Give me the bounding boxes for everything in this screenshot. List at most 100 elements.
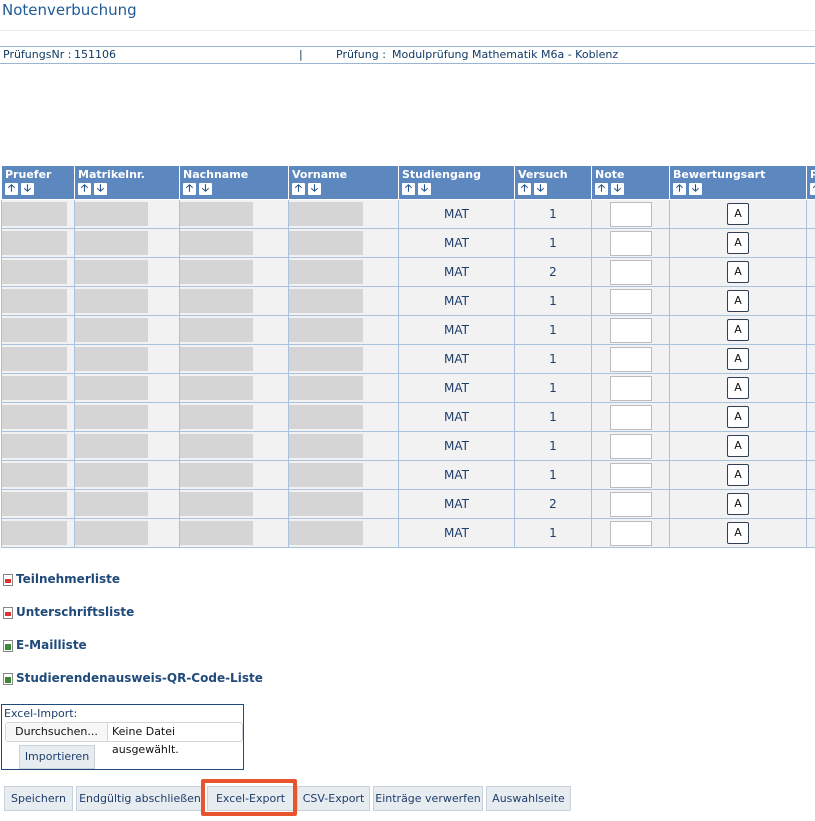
versuch-cell: 1 [514,518,592,548]
note-cell [591,373,670,403]
bewertungsart-button[interactable]: A [727,406,749,428]
nachname-cell [179,518,289,548]
table-row: MAT 1 A [1,228,815,258]
selection-page-button[interactable]: Auswahlseite [486,786,571,811]
bewertungsart-button[interactable]: A [727,290,749,312]
nachname-cell [179,460,289,490]
browse-button[interactable]: Durchsuchen... [6,723,108,741]
table-row: MAT 1 A [1,373,815,403]
column-header: Versuch 🡡 🡣 [514,165,592,200]
sort-descending-icon[interactable]: 🡣 [611,183,624,195]
excel-export-button[interactable]: Excel-Export [207,786,294,811]
exam-info-bar: PrüfungsNr : 151106 | Prüfung : Modulprü… [0,46,815,64]
nachname-cell [179,286,289,316]
note-input[interactable] [609,201,652,227]
sort-ascending-icon[interactable]: 🡡 [5,183,18,195]
note-input[interactable] [609,317,652,343]
bewertungsart-button[interactable]: A [727,319,749,341]
report-links: Teilnehmerliste Unterschriftsliste E-Mai… [3,572,263,704]
redacted-value [75,347,148,371]
csv-export-button[interactable]: CSV-Export [297,786,370,811]
bewertungsart-button[interactable]: A [727,464,749,486]
finalize-button[interactable]: Endgültig abschließen [76,786,204,811]
file-input[interactable]: Durchsuchen... Keine Datei ausgewählt. [5,722,243,756]
sort-controls: 🡡🡣 [5,183,72,195]
link-unterschriftsliste[interactable]: Unterschriftsliste [3,605,263,638]
sort-descending-icon[interactable]: 🡣 [94,183,107,195]
extra-cell [806,228,815,258]
link-e-mailliste[interactable]: E-Mailliste [3,638,263,671]
bewertungsart-button[interactable]: A [727,203,749,225]
column-header-label: Note [595,168,625,181]
redacted-value [289,318,363,342]
sort-descending-icon[interactable]: 🡣 [534,183,547,195]
note-input[interactable] [609,491,652,517]
sort-ascending-icon[interactable]: 🡡 [402,183,415,195]
redacted-value [180,347,253,371]
extra-cell [806,286,815,316]
matrikelnr-cell [74,286,180,316]
note-input[interactable] [609,288,652,314]
versuch-cell: 1 [514,228,592,258]
note-cell [591,257,670,287]
note-input[interactable] [609,346,652,372]
bewertungsart-button[interactable]: A [727,493,749,515]
sort-descending-icon[interactable]: 🡣 [199,183,212,195]
save-button[interactable]: Speichern [4,786,73,811]
extra-cell [806,518,815,548]
nachname-cell [179,489,289,519]
link-qr-code-liste[interactable]: Studierendenausweis-QR-Code-Liste [3,671,263,704]
sort-descending-icon[interactable]: 🡣 [21,183,34,195]
pruefer-cell [1,402,75,432]
column-header-label: Versuch [518,168,568,181]
note-cell [591,460,670,490]
link-teilnehmerliste[interactable]: Teilnehmerliste [3,572,263,605]
sort-descending-icon[interactable]: 🡣 [308,183,321,195]
sort-ascending-icon[interactable]: 🡡 [595,183,608,195]
column-header: P 🡡🡣 [806,165,815,200]
bewertungsart-button[interactable]: A [727,232,749,254]
note-input[interactable] [609,375,652,401]
bewertungsart-button[interactable]: A [727,261,749,283]
sort-ascending-icon[interactable]: 🡡 [673,183,686,195]
matrikelnr-cell [74,199,180,229]
note-input[interactable] [609,259,652,285]
bewertungsart-button[interactable]: A [727,435,749,457]
column-header: Matrikelnr. 🡡 🡣 [74,165,180,200]
sort-ascending-icon[interactable]: 🡡 [78,183,91,195]
sort-ascending-icon[interactable]: 🡡 [518,183,531,195]
note-input[interactable] [609,433,652,459]
vorname-cell [288,402,399,432]
bewertungsart-button[interactable]: A [727,348,749,370]
sort-ascending-icon[interactable]: 🡡 [183,183,196,195]
nachname-cell [179,199,289,229]
nachname-cell [179,315,289,345]
pruefungsnr-value: 151106 [74,48,116,61]
redacted-value [289,347,363,371]
sort-controls: 🡡🡣 [78,183,177,195]
redacted-value [289,231,363,255]
extra-cell [806,402,815,432]
table-row: MAT 2 A [1,257,815,287]
sort-ascending-icon[interactable]: 🡡 [810,183,815,195]
note-input[interactable] [609,462,652,488]
discard-button[interactable]: Einträge verwerfen [373,786,483,811]
bewertungsart-button[interactable]: A [727,377,749,399]
note-input[interactable] [609,520,652,546]
sort-descending-icon[interactable]: 🡣 [689,183,702,195]
note-input[interactable] [609,404,652,430]
pruefer-cell [1,373,75,403]
link-label[interactable]: E-Mailliste [16,638,87,652]
bewertungsart-button[interactable]: A [727,522,749,544]
link-label[interactable]: Unterschriftsliste [16,605,134,619]
redacted-value [75,202,148,226]
vorname-cell [288,257,399,287]
sort-ascending-icon[interactable]: 🡡 [292,183,305,195]
link-label[interactable]: Teilnehmerliste [16,572,120,586]
sort-descending-icon[interactable]: 🡣 [418,183,431,195]
import-button[interactable]: Importieren [19,745,95,769]
vorname-cell [288,373,399,403]
column-header-label: Nachname [183,168,249,181]
link-label[interactable]: Studierendenausweis-QR-Code-Liste [16,671,263,685]
note-input[interactable] [609,230,652,256]
